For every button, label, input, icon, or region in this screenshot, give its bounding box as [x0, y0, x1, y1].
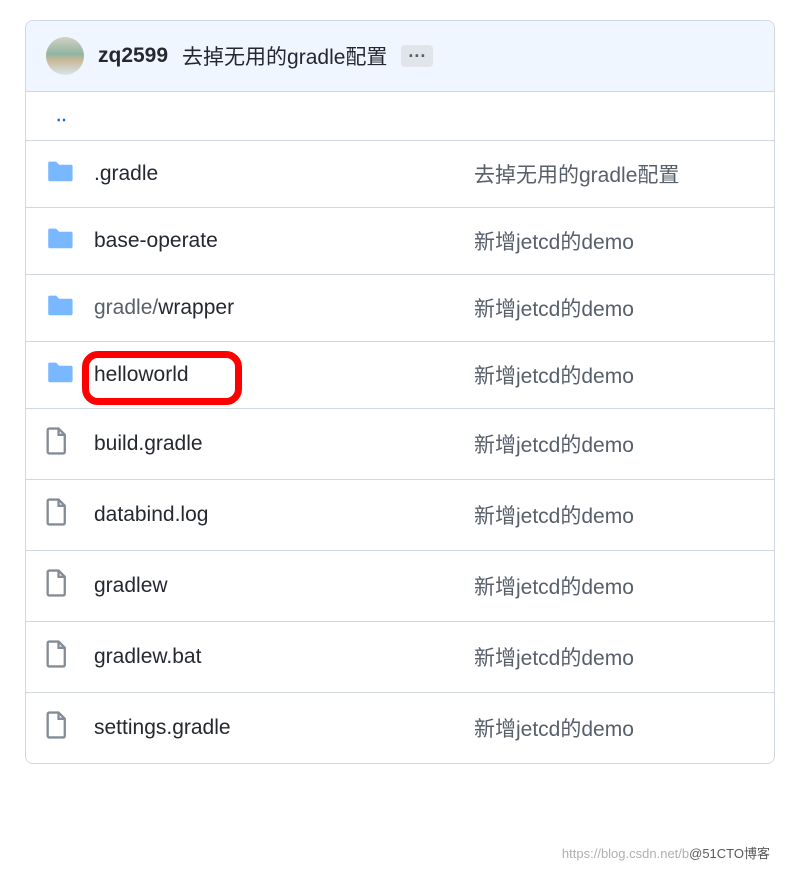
folder-icon	[46, 164, 74, 187]
file-row[interactable]: gradlew 新增jetcd的demo	[26, 551, 774, 622]
watermark: https://blog.csdn.net/b@51CTO博客	[562, 843, 770, 862]
file-row[interactable]: helloworld 新增jetcd的demo	[26, 342, 774, 409]
path-prefix[interactable]: gradle/	[94, 296, 158, 320]
file-name[interactable]: databind.log	[94, 503, 208, 527]
folder-icon	[46, 298, 74, 321]
file-row[interactable]: gradlew.bat 新增jetcd的demo	[26, 622, 774, 693]
file-name[interactable]: gradlew.bat	[94, 645, 201, 669]
file-row[interactable]: build.gradle 新增jetcd的demo	[26, 409, 774, 480]
parent-directory-link[interactable]: ‥	[56, 108, 67, 125]
commit-message-cell[interactable]: 新增jetcd的demo	[474, 571, 754, 601]
folder-icon	[46, 231, 74, 254]
file-list: ‥ .gradle 去掉无用的gradle配置 base-operate 新增jetc…	[26, 92, 774, 763]
file-icon	[46, 437, 68, 460]
file-browser: zq2599 去掉无用的gradle配置 ··· ‥ .gradle 去掉无用的g…	[25, 20, 775, 764]
parent-directory-row[interactable]: ‥	[26, 92, 774, 141]
file-name[interactable]: .gradle	[94, 162, 158, 186]
commit-message-cell[interactable]: 新增jetcd的demo	[474, 429, 754, 459]
commit-message-cell[interactable]: 新增jetcd的demo	[474, 360, 754, 390]
folder-icon	[46, 365, 74, 388]
file-icon	[46, 650, 68, 673]
file-icon	[46, 579, 68, 602]
commit-message-cell[interactable]: 新增jetcd的demo	[474, 293, 754, 323]
file-row[interactable]: databind.log 新增jetcd的demo	[26, 480, 774, 551]
more-button[interactable]: ···	[401, 45, 433, 67]
file-name[interactable]: build.gradle	[94, 432, 203, 456]
file-row[interactable]: .gradle 去掉无用的gradle配置	[26, 141, 774, 208]
file-name[interactable]: helloworld	[94, 363, 189, 387]
file-icon	[46, 508, 68, 531]
commit-header: zq2599 去掉无用的gradle配置 ···	[26, 21, 774, 92]
file-icon	[46, 721, 68, 744]
file-row[interactable]: base-operate 新增jetcd的demo	[26, 208, 774, 275]
file-name[interactable]: gradlew	[94, 574, 168, 598]
file-row[interactable]: settings.gradle 新增jetcd的demo	[26, 693, 774, 763]
commit-message-cell[interactable]: 新增jetcd的demo	[474, 226, 754, 256]
commit-message-cell[interactable]: 去掉无用的gradle配置	[474, 159, 754, 189]
file-name[interactable]: settings.gradle	[94, 716, 231, 740]
commit-message-cell[interactable]: 新增jetcd的demo	[474, 642, 754, 672]
file-name[interactable]: base-operate	[94, 229, 218, 253]
commit-message-cell[interactable]: 新增jetcd的demo	[474, 500, 754, 530]
commit-message-cell[interactable]: 新增jetcd的demo	[474, 713, 754, 743]
username-link[interactable]: zq2599	[98, 44, 168, 68]
commit-message[interactable]: 去掉无用的gradle配置	[182, 41, 387, 71]
avatar[interactable]	[46, 37, 84, 75]
file-name[interactable]: wrapper	[158, 296, 234, 320]
file-row[interactable]: gradle/wrapper 新增jetcd的demo	[26, 275, 774, 342]
